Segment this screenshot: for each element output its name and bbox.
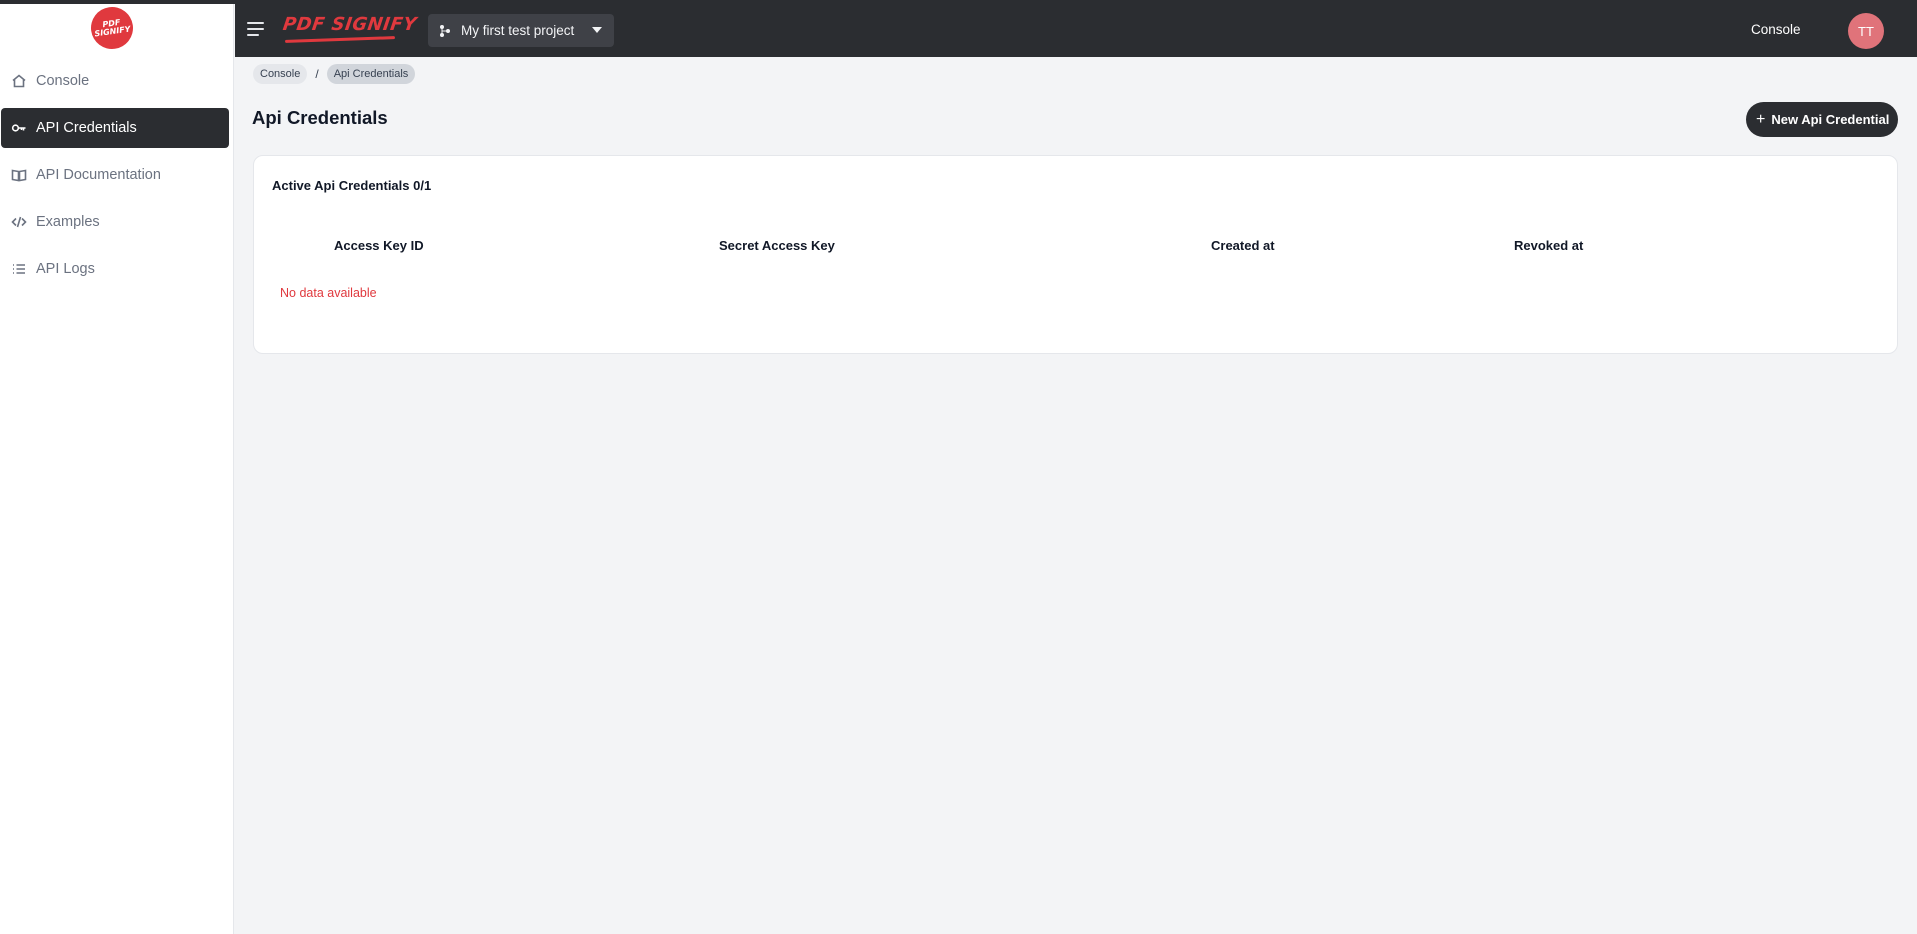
column-header-revoked-at: Revoked at [1514,238,1584,253]
empty-state-text: No data available [280,286,377,300]
code-icon [11,214,27,230]
breadcrumb: Console / Api Credentials [253,64,416,84]
project-icon [440,24,450,37]
sidebar-item-label: Examples [36,214,100,230]
sidebar-nav: Console API Credentials API Documentatio… [1,61,229,296]
pdf-signify-logo[interactable]: PDF SIGNIFY [88,4,136,52]
chevron-down-icon [592,27,602,33]
book-icon [11,167,27,183]
sidebar-item-label: API Credentials [36,120,137,136]
brand-logo[interactable]: PDF SIGNIFY [281,14,419,48]
sidebar-item-label: Console [36,73,90,89]
breadcrumb-console[interactable]: Console [253,64,308,84]
column-header-secret-access-key: Secret Access Key [719,238,835,253]
sidebar-item-api-documentation[interactable]: API Documentation [1,155,229,195]
sidebar-item-api-credentials[interactable]: API Credentials [1,108,229,148]
menu-icon[interactable] [247,22,264,38]
credentials-card: Active Api Credentials 0/1 Access Key ID… [253,155,1898,354]
breadcrumb-separator: / [315,67,319,81]
sidebar-item-label: API Logs [36,261,95,277]
new-api-credential-label: New Api Credential [1771,112,1890,127]
sidebar: PDF SIGNIFY Console API Credentials API D… [0,4,234,934]
new-api-credential-button[interactable]: + New Api Credential [1746,102,1898,137]
sidebar-item-api-logs[interactable]: API Logs [1,249,229,289]
column-header-created-at: Created at [1211,238,1275,253]
key-icon [11,120,27,136]
card-title: Active Api Credentials 0/1 [272,178,432,193]
project-name: My first test project [461,23,575,38]
breadcrumb-api-credentials[interactable]: Api Credentials [326,64,416,84]
project-selector[interactable]: My first test project [428,14,614,47]
sidebar-item-label: API Documentation [36,167,161,183]
sidebar-item-examples[interactable]: Examples [1,202,229,242]
brand-swoosh [284,36,396,43]
plus-icon: + [1756,110,1766,128]
brand-text: PDF SIGNIFY [281,14,419,35]
home-icon [11,73,27,89]
page-title: Api Credentials [252,107,388,128]
top-header: PDF SIGNIFY My first test project Consol… [235,4,1917,57]
list-icon [11,261,27,277]
sidebar-item-console[interactable]: Console [1,61,229,101]
header-console-link[interactable]: Console [1751,22,1801,37]
avatar[interactable]: TT [1848,13,1884,49]
column-header-access-key-id: Access Key ID [334,238,424,253]
